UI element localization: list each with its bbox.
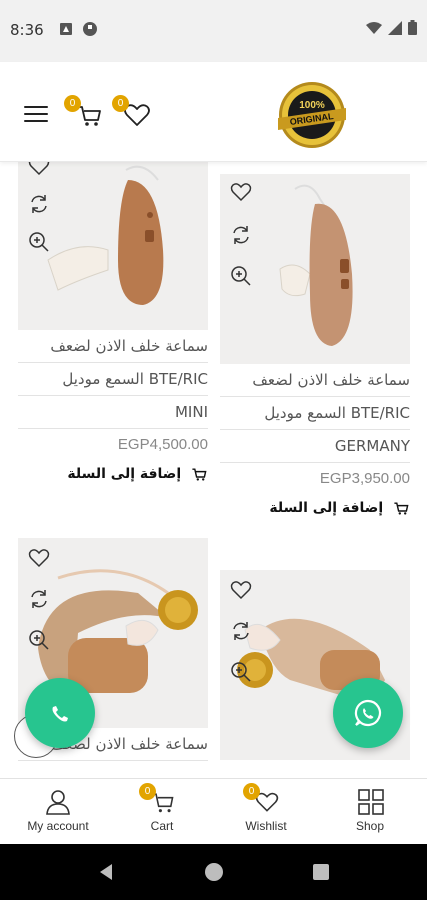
app-header: 0 0 100% ORIGINAL [0, 62, 427, 162]
svg-text:100%: 100% [299, 100, 325, 111]
header-cart-button[interactable]: 0 [64, 95, 104, 130]
wishlist-count-badge: 0 [112, 95, 129, 112]
add-to-cart-label: إضافة إلى السلة [67, 466, 182, 482]
add-to-cart-button[interactable]: إضافة إلى السلة [220, 495, 410, 521]
status-time: 8:36 [10, 21, 44, 39]
product-image[interactable] [18, 162, 208, 330]
refresh-icon[interactable] [27, 587, 51, 611]
user-icon [46, 790, 70, 815]
back-icon[interactable] [96, 862, 116, 882]
refresh-icon[interactable] [229, 223, 253, 247]
grid-icon [358, 789, 384, 815]
nav-label: Shop [355, 819, 385, 833]
cart-icon [192, 468, 207, 481]
zoom-in-icon[interactable] [27, 628, 51, 652]
refresh-icon[interactable] [229, 619, 253, 643]
brand-logo[interactable]: 100% ORIGINAL [274, 80, 350, 150]
heart-icon[interactable] [229, 180, 253, 204]
add-to-cart-label: إضافة إلى السلة [269, 500, 384, 516]
product-title-line: السمع موديل BTE/RIC [220, 397, 410, 430]
product-card[interactable]: سماعة خلف الاذن لضعف السمع موديل BTE/RIC… [18, 162, 208, 487]
home-icon[interactable] [204, 862, 224, 882]
header-wishlist-button[interactable]: 0 [112, 95, 152, 130]
status-indicators [366, 20, 417, 35]
bottom-navigation: My account 0 Cart 0 Wishlist Shop [0, 778, 427, 844]
original-seal-logo: 100% ORIGINAL [278, 82, 346, 148]
heart-icon[interactable] [27, 162, 51, 178]
recents-icon[interactable] [312, 863, 330, 881]
product-card[interactable]: سماعة خلف الاذن لضعف السمع موديل BTE/RIC… [220, 174, 410, 521]
phone-icon [52, 706, 68, 722]
hamburger-icon[interactable] [24, 106, 48, 126]
app-notification-icon [83, 22, 97, 36]
product-title-line: MINI [18, 396, 208, 429]
product-title-line: السمع موديل BTE/RIC [18, 363, 208, 396]
product-title-line: GERMANY [220, 430, 410, 463]
zoom-in-icon[interactable] [229, 264, 253, 288]
app-root: 8:36 0 0 100% ORIGINAL سماعة خلف الاذن ل… [0, 0, 427, 900]
status-bar: 8:36 [0, 0, 427, 62]
zoom-in-icon[interactable] [229, 660, 253, 684]
zoom-in-icon[interactable] [27, 230, 51, 254]
signal-icon [388, 20, 402, 35]
call-button[interactable] [25, 678, 95, 748]
product-title-line: سماعة خلف الاذن لضعف [220, 364, 410, 397]
nav-shop[interactable]: Shop [317, 779, 423, 845]
refresh-icon[interactable] [27, 192, 51, 216]
wishlist-count-badge: 0 [243, 783, 260, 800]
nav-label: Cart [150, 819, 174, 833]
nav-wishlist[interactable]: 0 Wishlist [213, 779, 319, 845]
nav-label: My account [27, 819, 89, 833]
system-navigation-bar [0, 844, 427, 900]
whatsapp-button[interactable] [333, 678, 403, 748]
wifi-icon [366, 21, 382, 34]
cart-count-badge: 0 [139, 783, 156, 800]
nav-label: Wishlist [245, 819, 287, 833]
cart-icon [394, 502, 409, 515]
nav-my-account[interactable]: My account [5, 779, 111, 845]
heart-icon[interactable] [229, 578, 253, 602]
add-to-cart-button[interactable]: إضافة إلى السلة [18, 461, 208, 487]
product-price: EGP4,500.00 [117, 436, 208, 453]
product-price: EGP3,950.00 [319, 470, 410, 487]
battery-icon [408, 20, 417, 35]
whatsapp-icon [354, 699, 382, 727]
heart-icon[interactable] [27, 546, 51, 570]
product-title-line: سماعة خلف الاذن لضعف [18, 330, 208, 363]
product-image[interactable] [220, 174, 410, 364]
nav-cart[interactable]: 0 Cart [109, 779, 215, 845]
product-title[interactable]: سماعة خلف الاذن لضعف السمع موديل BTE/RIC… [18, 330, 208, 429]
cart-count-badge: 0 [64, 95, 81, 112]
product-title[interactable]: سماعة خلف الاذن لضعف السمع موديل BTE/RIC… [220, 364, 410, 463]
notification-icon [60, 23, 72, 35]
